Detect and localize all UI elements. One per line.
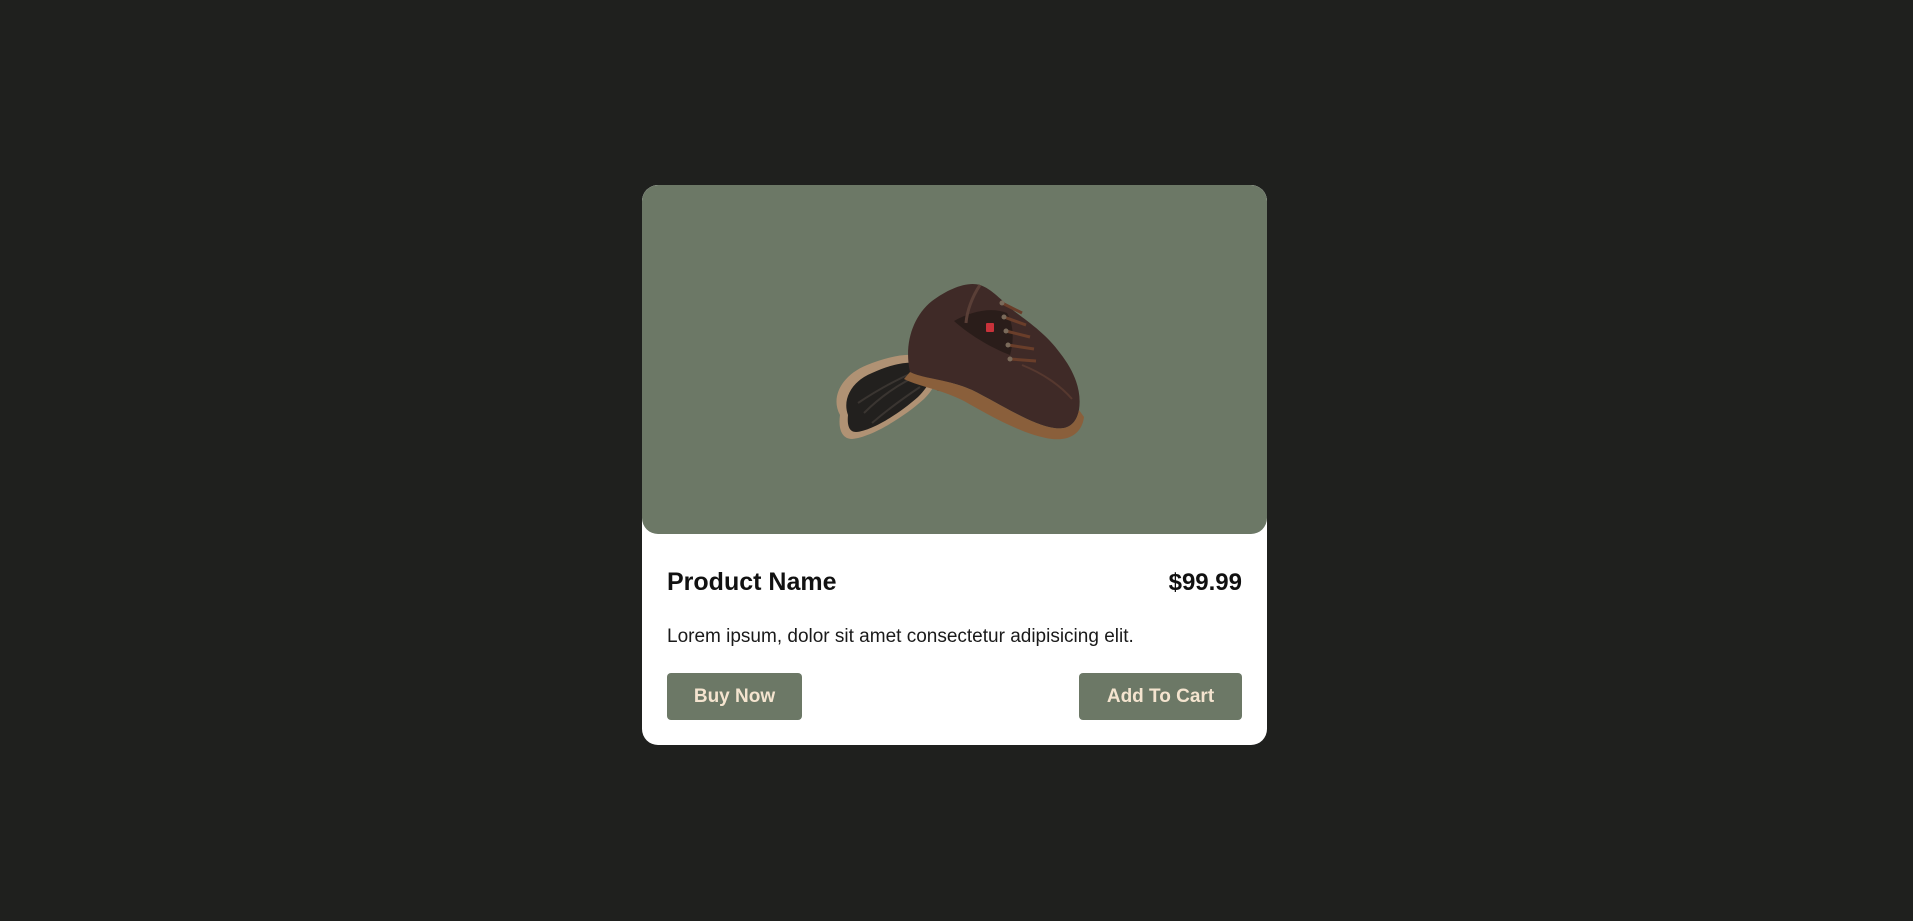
add-to-cart-button[interactable]: Add To Cart <box>1079 673 1242 720</box>
product-info: Product Name $99.99 <box>667 570 1242 595</box>
page: Product Name $99.99 Lorem ipsum, dolor s… <box>0 0 1913 921</box>
product-image-area <box>642 185 1267 534</box>
product-price: $99.99 <box>1168 568 1242 596</box>
product-description: Lorem ipsum, dolor sit amet consectetur … <box>667 626 1134 647</box>
buy-now-button[interactable]: Buy Now <box>667 673 802 720</box>
title-price-row: Product Name $99.99 <box>667 570 1242 595</box>
product-name: Product Name <box>667 568 837 596</box>
shoe-icon <box>836 283 1084 440</box>
shoe-upper-icon <box>904 283 1084 440</box>
product-card: Product Name $99.99 Lorem ipsum, dolor s… <box>642 185 1267 745</box>
brand-tag-icon <box>986 323 994 332</box>
